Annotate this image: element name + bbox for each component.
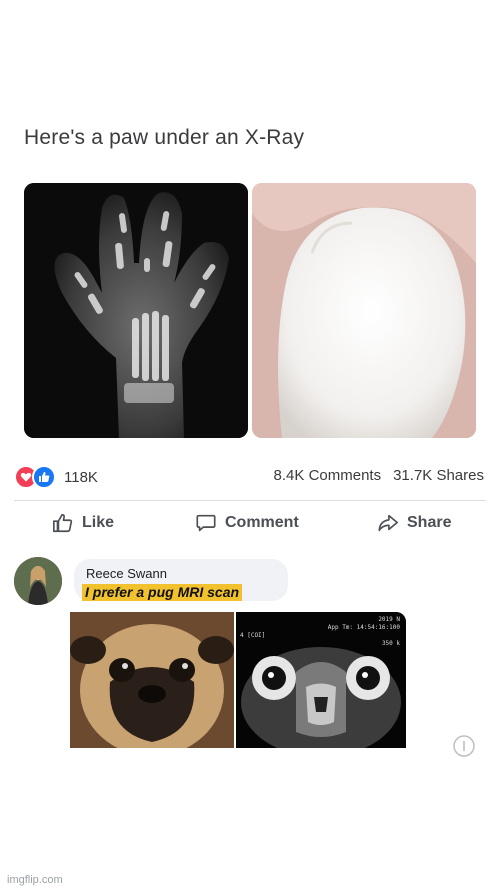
paw-photo[interactable] [252,183,476,438]
reaction-count: 118K [64,468,98,486]
comment-label: Comment [225,514,299,531]
share-count[interactable]: 31.7K Shares [393,467,484,484]
reactions-summary[interactable]: 118K [14,465,98,489]
share-button[interactable]: Share [377,512,451,534]
thumbs-up-icon [53,513,73,533]
comment-icon [196,514,216,532]
post-stats: 8.4K Comments 31.7K Shares [274,467,484,484]
share-icon [378,514,398,532]
mri-label-value: 350 k [381,640,400,647]
info-icon[interactable] [452,734,476,758]
commenter-avatar[interactable] [14,557,62,605]
action-bar: Like Comment Share [0,512,500,538]
comment-images[interactable]: 2019 N App Tm: 14:54:16:100 4 [COI] 350 … [70,612,406,748]
mri-label-slice: 4 [COI] [240,632,266,639]
comment-count[interactable]: 8.4K Comments [274,467,382,484]
post-title: Here's a paw under an X-Ray [24,126,305,149]
like-button[interactable]: Like [52,512,114,534]
share-label: Share [407,514,452,531]
mri-photo[interactable]: 2019 N App Tm: 14:54:16:100 4 [COI] 350 … [236,612,406,748]
post-photos[interactable] [24,183,476,438]
comment-button[interactable]: Comment [195,512,299,534]
xray-photo[interactable] [24,183,248,438]
comment-author[interactable]: Reece Swann [86,566,167,581]
mri-label-date: 2019 N [378,616,400,623]
divider [14,500,486,501]
pug-photo[interactable] [70,612,234,748]
mri-label-time: App Tm: 14:54:16:100 [327,624,400,631]
like-reaction-icon [32,465,56,489]
watermark: imgflip.com [7,874,63,886]
like-label: Like [82,514,115,531]
comment-text: I prefer a pug MRI scan [82,584,243,601]
